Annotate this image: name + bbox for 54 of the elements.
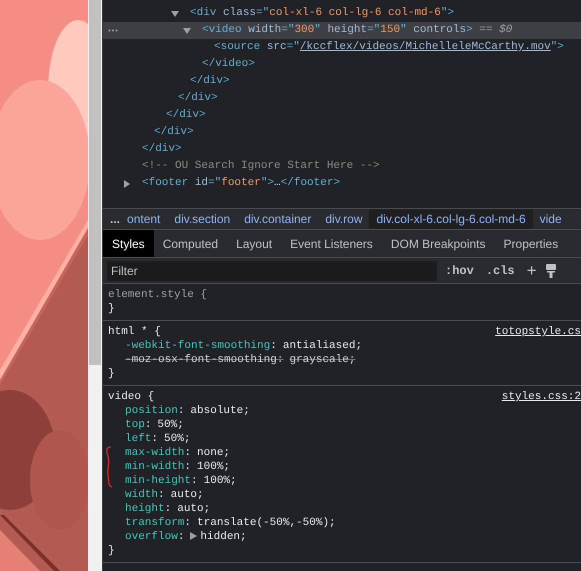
css-declaration[interactable]: min-width: 100%; <box>125 460 230 474</box>
css-declaration[interactable]: height: auto; <box>125 502 210 516</box>
css-declaration[interactable]: overflow: hidden; <box>125 530 247 544</box>
breadcrumb-item[interactable]: div.col-xl-6.col-lg-6.col-md-6 <box>369 209 533 229</box>
expanded-triangle-icon[interactable] <box>183 26 191 34</box>
html-tag-line[interactable]: </div> <box>166 107 206 124</box>
source-link[interactable]: /kccflex/videos/MichelleleMcCarthy.mov <box>300 41 551 53</box>
html-tag-line[interactable]: <source src="/kccflex/videos/MichelleleMcCarthy.mov"> <box>214 39 564 56</box>
html-tag-line[interactable]: </video> <box>202 56 255 73</box>
css-selector: element.style { <box>108 288 208 302</box>
html-tag-line[interactable]: </div> <box>142 141 182 158</box>
stylesheet-link[interactable]: totopstyle.cs <box>495 325 581 339</box>
panel-tab[interactable]: Layout <box>227 230 282 257</box>
html-tag-line[interactable]: <div class="col-xl-6 col-lg-6 col-md-6"> <box>190 5 454 22</box>
css-declaration[interactable]: left: 50%; <box>125 432 190 446</box>
css-selector: html * { <box>108 325 161 339</box>
breadcrumb-item[interactable]: div.row <box>318 209 370 229</box>
panel-tab[interactable]: Styles <box>103 230 154 257</box>
paint-roller-icon[interactable] <box>544 264 557 278</box>
closing-brace: } <box>108 302 115 316</box>
more-icon[interactable] <box>108 29 118 32</box>
expanded-triangle-icon[interactable] <box>171 10 179 18</box>
html-tag-line[interactable]: <footer id="footer">…</footer> <box>142 175 340 192</box>
new-rule-button[interactable]: + <box>526 262 537 279</box>
filter-field[interactable]: Filter <box>107 260 437 280</box>
hover-toggle[interactable]: :hov <box>445 262 474 280</box>
html-tag-line[interactable]: </div> <box>190 73 230 90</box>
breadcrumb-item[interactable]: vide <box>532 209 569 229</box>
panel-tab[interactable]: Event Listeners <box>281 230 382 257</box>
panel-tab[interactable]: DOM Breakpoints <box>382 230 495 257</box>
breadcrumb-item[interactable]: div.section <box>167 209 238 229</box>
closing-brace: } <box>108 544 115 558</box>
breadcrumb-item[interactable]: div.container <box>237 209 318 229</box>
collapsed-triangle-icon[interactable] <box>123 180 131 188</box>
css-declaration[interactable]: top: 50%; <box>125 418 184 432</box>
css-declaration[interactable]: width: auto; <box>125 488 204 502</box>
css-declaration[interactable]: max-width: none; <box>125 446 230 460</box>
css-declaration[interactable]: min-height: 100%; <box>125 474 237 488</box>
panel-tab[interactable]: Computed <box>154 230 228 257</box>
stylesheet-link[interactable]: styles.css:2 <box>502 390 581 404</box>
panel-tab[interactable]: Properties <box>494 230 568 257</box>
html-tag-line[interactable]: </div> <box>178 90 218 107</box>
class-toggle[interactable]: .cls <box>486 262 515 280</box>
css-declaration[interactable]: position: absolute; <box>125 404 250 418</box>
expand-triangle-icon[interactable] <box>190 532 198 540</box>
css-declaration[interactable]: -webkit-font-smoothing: antialiased; <box>125 339 362 353</box>
breadcrumb-item[interactable]: ontent <box>127 209 168 229</box>
closing-brace: } <box>108 367 115 381</box>
css-selector: video { <box>108 390 154 404</box>
html-tag-line[interactable]: </div> <box>154 124 194 141</box>
css-declaration[interactable]: transform: translate(-50%,-50%); <box>125 516 336 530</box>
html-comment[interactable]: <!-- OU Search Ignore Start Here --> <box>142 158 380 175</box>
css-declaration[interactable]: -moz-osx-font-smoothing: grayscale; <box>125 353 356 367</box>
scrollbar[interactable] <box>88 0 102 571</box>
